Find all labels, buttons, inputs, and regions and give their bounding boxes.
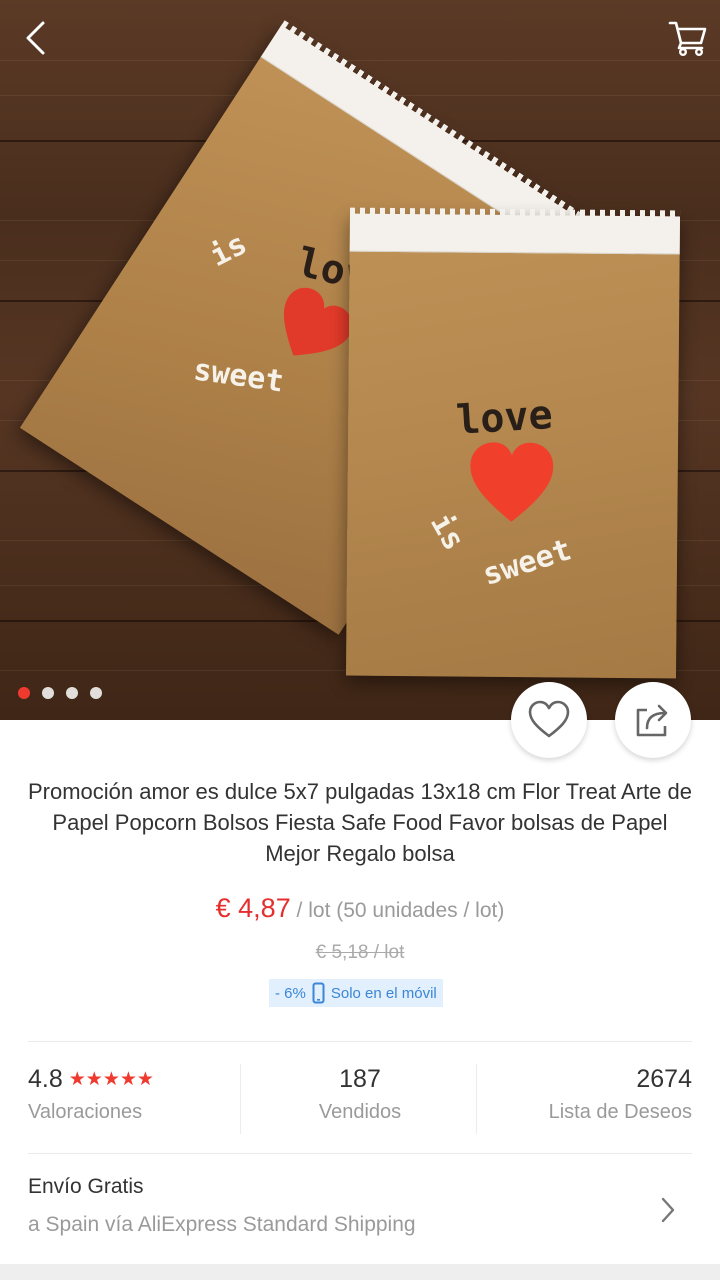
bag-is-text: is [423, 507, 472, 557]
divider [28, 1041, 692, 1042]
mobile-only-label: Solo en el móvil [330, 984, 437, 1002]
product-image-gallery[interactable]: love is sweet love is sweet [0, 0, 720, 720]
shopping-cart-icon [668, 21, 707, 57]
wishlist-label: Lista de Deseos [548, 1101, 692, 1123]
carousel-dot[interactable] [66, 687, 78, 699]
current-price: € 4,87 [215, 893, 291, 923]
rating-label: Valoraciones [28, 1101, 143, 1123]
mobile-phone-icon [312, 982, 325, 1004]
carousel-dot[interactable] [18, 687, 30, 699]
share-icon [636, 704, 668, 737]
divider [240, 1064, 241, 1134]
product-stats: 4.8 ★★★★★ Valoraciones 187 Vendidos 2674 … [0, 1062, 720, 1136]
shipping-subtitle: a Spain vía AliExpress Standard Shipping [28, 1213, 416, 1236]
carousel-indicator [18, 687, 102, 699]
rating-stat[interactable]: 4.8 ★★★★★ Valoraciones [28, 1062, 154, 1136]
price-row: € 4,87 / lot (50 unidades / lot) [0, 893, 720, 924]
bag-heart-image [470, 442, 554, 522]
bag-love-text: love [454, 392, 554, 444]
mobile-only-badge: - 6% Solo en el móvil [269, 979, 443, 1007]
carousel-dot[interactable] [90, 687, 102, 699]
wishlist-button[interactable] [511, 682, 587, 758]
divider [476, 1064, 477, 1134]
sold-stat: 187 Vendidos [240, 1062, 480, 1136]
share-button[interactable] [615, 682, 691, 758]
back-button[interactable] [10, 12, 62, 64]
heart-outline-icon [528, 700, 570, 738]
front-bag-image: love is sweet [345, 213, 681, 679]
wishlist-count: 2674 [636, 1065, 692, 1093]
bag-sweet-text: sweet [478, 532, 576, 593]
bag-sweet-text: sweet [191, 352, 286, 400]
divider [28, 1153, 692, 1154]
shipping-row[interactable]: Envío Gratis a Spain vía AliExpress Stan… [28, 1170, 692, 1250]
carousel-dot[interactable] [42, 687, 54, 699]
section-separator [0, 1264, 720, 1280]
bag-is-text: is [204, 226, 253, 274]
original-price: € 5,18 / lot [315, 942, 405, 963]
product-title: Promoción amor es dulce 5x7 pulgadas 13x… [27, 779, 692, 866]
star-rating-icon: ★★★★★ [68, 1069, 154, 1090]
sold-value: 187 [339, 1065, 381, 1093]
wishlist-stat: 2674 Lista de Deseos [549, 1062, 692, 1136]
shipping-title: Envío Gratis [28, 1175, 144, 1198]
discount-label: - 6% [275, 984, 306, 1002]
chevron-right-icon [661, 1197, 675, 1223]
rating-value: 4.8 [28, 1065, 63, 1093]
price-unit: / lot (50 unidades / lot) [290, 899, 505, 922]
sold-label: Vendidos [318, 1101, 402, 1123]
chevron-left-icon [26, 21, 45, 55]
cart-button[interactable] [662, 12, 714, 64]
